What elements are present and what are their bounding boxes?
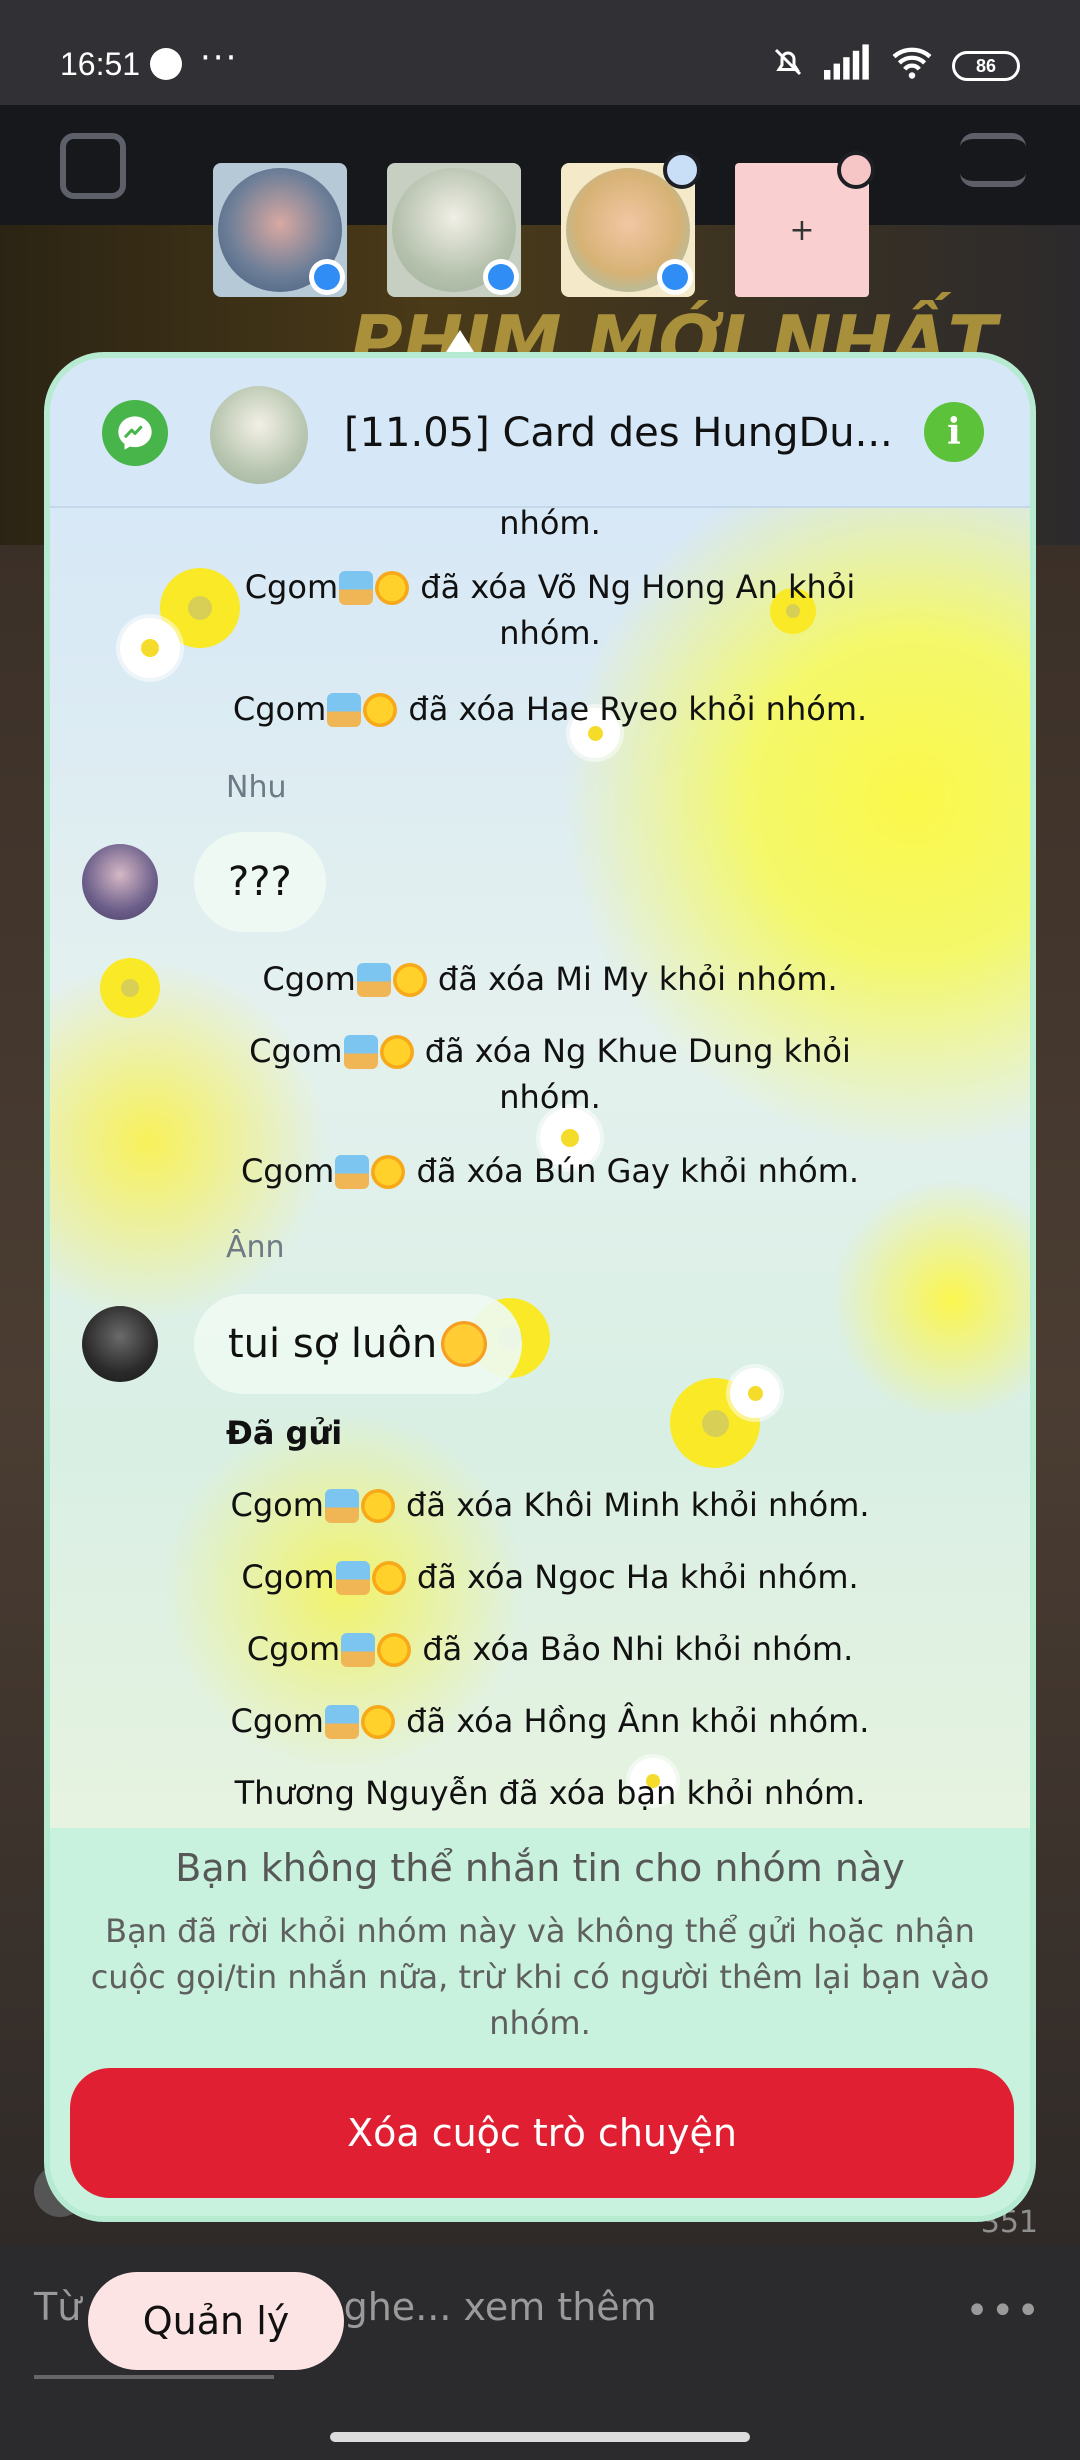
message-text: đã xóa Ng Khue Dung khỏi nhóm. [414, 1032, 851, 1116]
message-text: đã xóa Ngoc Ha khỏi nhóm. [406, 1558, 859, 1596]
island-emoji-icon [327, 693, 362, 727]
island-emoji-icon [356, 963, 391, 997]
flower-decoration [100, 958, 160, 1018]
sun-emoji-icon [360, 1489, 395, 1523]
chat-head-pointer [446, 330, 474, 352]
message-text: đã xóa Hae Ryeo khỏi nhóm. [398, 690, 868, 728]
system-message: Cgom đã xóa Mi My khỏi nhóm. [170, 956, 930, 1002]
blocked-description: Bạn đã rời khỏi nhóm này và không thể gử… [90, 1912, 990, 2042]
sun-emoji-icon [377, 1633, 412, 1667]
sender-name: Cgom [244, 568, 339, 606]
chat-heads-row: + [213, 151, 875, 297]
system-message: Cgom đã xóa Ng Khue Dung khỏi nhóm. [230, 1028, 870, 1120]
system-message: nhóm. [499, 508, 601, 542]
battery-icon: 86 [952, 51, 1020, 81]
system-message: Cgom đã xóa Khôi Minh khỏi nhóm. [170, 1482, 930, 1528]
background-divider [34, 2375, 274, 2379]
sender-name: Cgom [232, 690, 327, 728]
avatar[interactable] [82, 1306, 158, 1382]
status-time: 16:51 [60, 46, 141, 82]
status-icons: 86 [770, 44, 1020, 88]
system-message: Cgom đã xóa Ngoc Ha khỏi nhóm. [170, 1554, 930, 1600]
chat-head-1[interactable] [213, 163, 347, 297]
island-emoji-icon [339, 571, 374, 605]
flower-decoration [120, 618, 180, 678]
message-bubble[interactable]: ??? [194, 832, 326, 932]
chat-head-3[interactable] [561, 151, 701, 297]
manage-button[interactable]: Quản lý [88, 2272, 344, 2370]
sender-name: Cgom [249, 1032, 343, 1070]
sender-name: Cgom [241, 1558, 335, 1596]
chat-header: [11.05] Card des HungDu... i [50, 358, 1030, 508]
message-list[interactable]: nhóm. Cgom đã xóa Võ Ng Hong An khỏi nhó… [50, 508, 1030, 1828]
message-text: đã xóa Khôi Minh khỏi nhóm. [395, 1486, 870, 1524]
chat-panel: [11.05] Card des HungDu... i nhóm. Cgom … [44, 352, 1036, 2222]
system-message: Cgom đã xóa Bảo Nhi khỏi nhóm. [170, 1626, 930, 1672]
island-emoji-icon [335, 1155, 370, 1189]
chat-title[interactable]: [11.05] Card des HungDu... [344, 410, 893, 456]
island-emoji-icon [324, 1489, 359, 1523]
blocked-title: Bạn không thể nhắn tin cho nhóm này [175, 1846, 905, 1890]
more-notifications-icon: ··· [200, 38, 239, 78]
sun-emoji-icon [363, 693, 398, 727]
wifi-icon [890, 44, 934, 88]
message-text: đã xóa Mi My khỏi nhóm. [427, 960, 838, 998]
messenger-badge-icon [483, 259, 519, 295]
chat-head-indicator [837, 151, 875, 189]
plus-icon: + [789, 212, 815, 248]
system-message: Cgom đã xóa Hồng Ânn khỏi nhóm. [170, 1698, 930, 1744]
island-emoji-icon [324, 1705, 359, 1739]
sender-label: Ânn [226, 1230, 285, 1265]
message-text: đã xóa Võ Ng Hong An khỏi nhóm. [410, 568, 856, 652]
flower-decoration [730, 1368, 780, 1418]
sun-emoji-icon [360, 1705, 395, 1739]
home-icon [60, 133, 126, 199]
home-indicator[interactable] [330, 2432, 750, 2442]
message-text: đã xóa Hồng Ânn khỏi nhóm. [395, 1702, 870, 1740]
chat-head-2[interactable] [387, 163, 521, 297]
sender-name: Cgom [230, 1702, 324, 1740]
system-message: Thương Nguyễn đã xóa bạn khỏi nhóm. [234, 1774, 866, 1812]
blocked-notice: Bạn không thể nhắn tin cho nhóm này Bạn … [50, 1828, 1030, 2216]
smiling-face-with-hearts-icon [441, 1321, 488, 1367]
system-message: Cgom đã xóa Võ Ng Hong An khỏi nhóm. [210, 564, 890, 656]
delete-conversation-button[interactable]: Xóa cuộc trò chuyện [70, 2068, 1014, 2198]
sun-emoji-icon [371, 1561, 406, 1595]
message-text: đã xóa Bảo Nhi khỏi nhóm. [412, 1630, 854, 1668]
sun-emoji-icon [371, 1155, 406, 1189]
island-emoji-icon [341, 1633, 376, 1667]
sun-emoji-icon [375, 571, 410, 605]
avatar[interactable] [82, 844, 158, 920]
message-text: tui sợ luôn [228, 1321, 438, 1367]
messenger-icon[interactable] [102, 400, 168, 466]
status-bar: 16:51 ··· 86 [0, 0, 1080, 105]
messenger-notification-icon [150, 48, 182, 80]
add-chat-head-button[interactable]: + [735, 151, 875, 297]
sender-name: Cgom [262, 960, 356, 998]
messenger-badge-icon [309, 259, 345, 295]
sender-label: Nhu [226, 770, 287, 805]
island-emoji-icon [343, 1035, 378, 1069]
system-message: Cgom đã xóa Hae Ryeo khỏi nhóm. [170, 686, 930, 732]
sun-emoji-icon [379, 1035, 414, 1069]
sender-name: Cgom [240, 1152, 335, 1190]
message-text: đã xóa Bún Gay khỏi nhóm. [406, 1152, 860, 1190]
sender-name: Cgom [230, 1486, 324, 1524]
bell-muted-icon [770, 44, 806, 88]
island-emoji-icon [335, 1561, 370, 1595]
signal-icon [824, 44, 872, 88]
group-avatar[interactable] [210, 386, 308, 484]
chat-head-indicator [663, 151, 701, 189]
menu-icon [960, 133, 1026, 187]
info-icon[interactable]: i [924, 402, 984, 462]
messenger-badge-icon [657, 259, 693, 295]
sent-status: Đã gửi [226, 1414, 343, 1452]
message-bubble[interactable]: tui sợ luôn [194, 1294, 523, 1394]
system-message: Cgom đã xóa Bún Gay khỏi nhóm. [170, 1148, 930, 1194]
sender-name: Cgom [246, 1630, 341, 1668]
sun-emoji-icon [392, 963, 427, 997]
more-icon: ••• [965, 2288, 1042, 2334]
